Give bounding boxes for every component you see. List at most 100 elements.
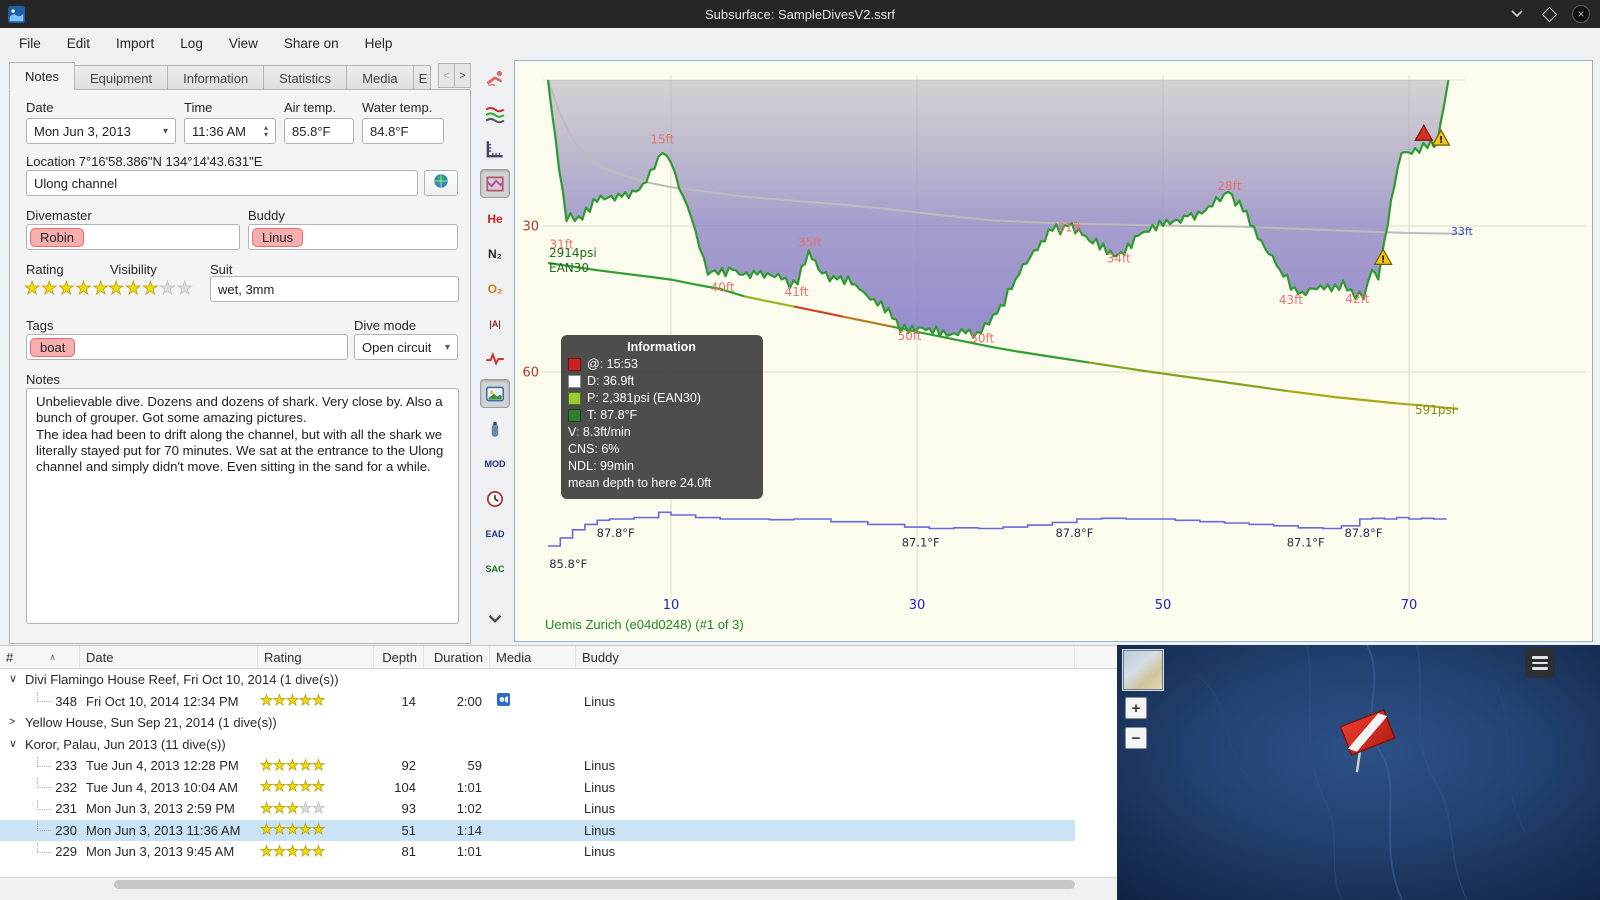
column-header-depth[interactable]: Depth [374,646,424,668]
dc-ceiling-icon[interactable] [480,169,510,198]
menu-view[interactable]: View [216,31,271,56]
maximize-button[interactable] [1540,5,1558,23]
water-temp-input[interactable]: 84.8°F [362,118,444,144]
date-input[interactable]: Mon Jun 3, 2013 ▾ [26,118,176,144]
star-icon[interactable]: ★ [108,279,125,298]
svg-text:50ft: 50ft [970,331,994,345]
column-header-media[interactable]: Media [490,646,576,668]
sac-icon[interactable]: SAC [480,554,510,583]
ead-icon[interactable]: EAD [480,519,510,548]
svg-text:31ft: 31ft [1058,220,1082,234]
air-temp-input[interactable]: 85.8°F [284,118,354,144]
column-header-date[interactable]: Date [80,646,258,668]
map-type-thumbnail[interactable] [1123,650,1163,690]
menu-import[interactable]: Import [103,31,167,56]
diver-icon[interactable] [480,64,510,93]
column-header-num[interactable]: # ∧ [0,646,80,668]
map-zoom-in-button[interactable]: + [1125,697,1147,719]
divemaster-tag[interactable]: Robin [30,227,84,247]
map-zoom-out-button[interactable]: − [1125,727,1147,749]
star-icon[interactable]: ★ [92,279,109,298]
tags-input[interactable]: boat [26,334,348,360]
collapse-icon[interactable]: ∨ [9,669,17,691]
location-value: Ulong channel [34,175,118,191]
notes-input[interactable]: Unbelievable dive. Dozens and dozens of … [26,388,459,624]
star-icon[interactable]: ★ [176,279,193,298]
mod-icon[interactable]: MOD [480,449,510,478]
dive-row[interactable]: 232 Tue Jun 4, 2013 10:04 AM ★ ★ ★ ★ ★ 104 1:01 L… [0,777,1075,799]
trip-row[interactable]: ∨ Koror, Palau, Jun 2013 (11 dive(s)) [0,734,1117,756]
menu-edit[interactable]: Edit [54,31,103,56]
dive-row[interactable]: 233 Tue Jun 4, 2013 12:28 PM ★ ★ ★ ★ ★ 92 59 Linu… [0,755,1075,777]
tab-statistics[interactable]: Statistics [263,65,348,90]
nitrogen-graph-icon[interactable]: N₂ [480,239,510,268]
suit-input[interactable]: wet, 3mm [210,276,459,302]
tag-chip[interactable]: boat [30,337,76,357]
star-icon[interactable]: ★ [58,279,75,298]
horizontal-scrollbar[interactable] [0,877,1117,891]
close-button[interactable]: × [1572,5,1590,23]
tab-scroll-left-icon[interactable]: < [438,63,455,88]
heartrate-icon[interactable] [480,344,510,373]
dive-row-selected[interactable]: 230 Mon Jun 3, 2013 11:36 AM ★ ★ ★ ★ ★ 51 1:14 Li… [0,819,1075,841]
map-canvas[interactable] [1117,645,1600,900]
ruler-icon[interactable] [480,134,510,163]
trip-row[interactable]: > Yellow House, Sun Sep 21, 2014 (1 dive(… [0,712,1117,734]
divemaster-input[interactable]: Robin [26,224,240,250]
tank-bar-icon[interactable] [480,414,510,443]
tab-information[interactable]: Information [167,65,265,90]
trip-row[interactable]: ∨ Divi Flamingo House Reef, Fri Oct 10, 2… [0,669,1117,691]
dive-row[interactable]: 231 Mon Jun 3, 2013 2:59 PM ★ ★ ★ ★ ★ 93 1:02 Lin… [0,798,1075,820]
time-input[interactable]: 11:36 AM ▴ ▾ [184,118,276,144]
photos-icon[interactable] [480,379,510,408]
star-icon[interactable]: ★ [41,279,58,298]
star-icon[interactable]: ★ [159,279,176,298]
dive-row[interactable]: 229 Mon Jun 3, 2013 9:45 AM ★ ★ ★ ★ ★ 81 1:01 Lin… [0,841,1075,863]
tab-notes[interactable]: Notes [9,62,75,90]
dive-mode-select[interactable]: Open circuit ▾ [354,334,458,360]
menu-file[interactable]: File [6,31,54,56]
toolbar-scroll-down-icon[interactable] [480,603,510,632]
dive-profile[interactable]: 10 30 50 70 30 60 15ft 31ft 40ft 41ft 35ft 50ft 50ft… [514,60,1593,642]
menu-log[interactable]: Log [167,31,216,56]
buddy-tag[interactable]: Linus [252,227,304,247]
svg-text:2914psi: 2914psi [549,246,597,260]
svg-text:10: 10 [663,598,680,613]
water-temp-value: 84.8°F [370,123,409,139]
collapse-icon[interactable]: ∨ [9,734,17,756]
star-icon[interactable]: ★ [142,279,159,298]
star-icon[interactable]: ★ [75,279,92,298]
svg-text:87.8°F: 87.8°F [1055,526,1093,540]
buddy-input[interactable]: Linus [248,224,458,250]
menu-share-on[interactable]: Share on [271,31,352,56]
pp-graph-icon[interactable] [480,99,510,128]
expand-icon[interactable]: > [9,712,15,734]
tissues-icon[interactable]: |A| [480,309,510,338]
location-input[interactable]: Ulong channel [26,170,418,196]
media-checkbox-icon[interactable] [497,693,510,707]
column-header-duration[interactable]: Duration [424,646,490,668]
minimize-button[interactable] [1508,5,1526,23]
tab-e[interactable]: E [412,65,431,90]
dive-row[interactable]: 348 Fri Oct 10, 2014 12:34 PM ★ ★ ★ ★ ★ 14 2:00 L… [0,691,1075,713]
column-header-buddy[interactable]: Buddy [576,646,1075,668]
dive-map[interactable]: + − [1117,645,1600,900]
star-icon[interactable]: ★ [24,279,41,298]
visibility-stars[interactable]: ★ ★ ★ ★ ★ [108,279,194,298]
map-menu-button[interactable] [1525,648,1555,678]
time-spinner[interactable]: ▴ ▾ [264,124,268,139]
deco-clock-icon[interactable] [480,484,510,513]
scrollbar-thumb[interactable] [114,880,1075,889]
helium-graph-icon[interactable]: He [480,204,510,233]
svg-text:87.8°F: 87.8°F [1344,526,1382,540]
star-icon[interactable]: ★ [125,279,142,298]
column-header-rating[interactable]: Rating [258,646,374,668]
location-map-button[interactable] [424,170,458,196]
chevron-down-icon: ▾ [162,125,168,137]
tab-media[interactable]: Media [346,65,414,90]
rating-stars[interactable]: ★ ★ ★ ★ ★ [24,279,110,298]
oxygen-graph-icon[interactable]: O₂ [480,274,510,303]
tab-scroll-right-icon[interactable]: > [454,63,471,88]
tab-equipment[interactable]: Equipment [73,65,169,90]
menu-help[interactable]: Help [352,31,406,56]
